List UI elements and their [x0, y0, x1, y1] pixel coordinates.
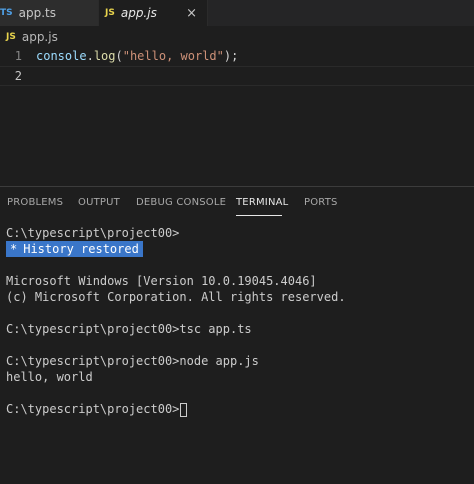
active-tab-indicator	[236, 215, 282, 216]
bottom-panel: PROBLEMS OUTPUT DEBUG CONSOLE TERMINAL P…	[0, 186, 474, 484]
code-token-string: "hello, world"	[122, 49, 224, 63]
tab-label: app.js	[120, 6, 157, 20]
code-token-function: log	[93, 49, 116, 63]
terminal-line: * History restored	[6, 241, 468, 257]
code-text: console.log("hello, world");	[36, 49, 238, 63]
terminal-line: C:\typescript\project00>tsc app.ts	[6, 322, 252, 336]
line-number: 2	[14, 69, 22, 83]
terminal-line: C:\typescript\project00>	[6, 226, 180, 240]
tab-app-js[interactable]: JS app.js ×	[98, 0, 208, 26]
tab-ports[interactable]: PORTS	[304, 197, 338, 208]
code-token-object: console	[36, 49, 87, 63]
typescript-file-icon: TS	[0, 8, 13, 18]
javascript-file-icon: JS	[105, 8, 115, 18]
terminal-output[interactable]: C:\typescript\project00> * History restor…	[6, 225, 468, 417]
line-number: 1	[14, 49, 22, 63]
vscode-window: TS app.ts JS app.js × JS app.js 1 consol…	[0, 0, 474, 484]
history-restored-badge: * History restored	[6, 241, 143, 257]
terminal-cursor	[180, 402, 188, 417]
terminal-line: C:\typescript\project00>node app.js	[6, 354, 259, 368]
code-token-dot: .	[86, 49, 94, 63]
asterisk-icon: *	[10, 242, 18, 256]
terminal-prompt: C:\typescript\project00>	[6, 402, 180, 416]
tab-output[interactable]: OUTPUT	[78, 197, 120, 208]
editor-line[interactable]: 1 console.log("hello, world");	[0, 46, 474, 66]
code-token-paren: (	[115, 49, 123, 63]
code-token-close: );	[223, 49, 239, 63]
terminal-line: (c) Microsoft Corporation. All rights re…	[6, 290, 346, 304]
history-restored-text: History restored	[23, 242, 139, 256]
panel-tabs: PROBLEMS OUTPUT DEBUG CONSOLE TERMINAL P…	[0, 187, 474, 219]
terminal-line: hello, world	[6, 370, 93, 384]
tab-label: app.ts	[18, 6, 56, 20]
code-editor[interactable]: 1 console.log("hello, world"); 2	[0, 46, 474, 186]
close-icon[interactable]: ×	[186, 6, 197, 21]
breadcrumb-label: app.js	[21, 30, 58, 44]
tab-terminal[interactable]: TERMINAL	[236, 197, 288, 208]
tab-app-ts[interactable]: TS app.ts	[0, 0, 98, 26]
javascript-file-icon: JS	[6, 32, 16, 42]
tab-debug-console[interactable]: DEBUG CONSOLE	[136, 197, 226, 208]
terminal-prompt-line[interactable]: C:\typescript\project00>	[6, 401, 468, 417]
terminal-line: Microsoft Windows [Version 10.0.19045.40…	[6, 274, 317, 288]
breadcrumb[interactable]: JS app.js	[0, 28, 58, 46]
editor-tab-bar: TS app.ts JS app.js ×	[0, 0, 474, 26]
tab-problems[interactable]: PROBLEMS	[7, 197, 63, 208]
editor-line-current[interactable]: 2	[0, 66, 474, 86]
